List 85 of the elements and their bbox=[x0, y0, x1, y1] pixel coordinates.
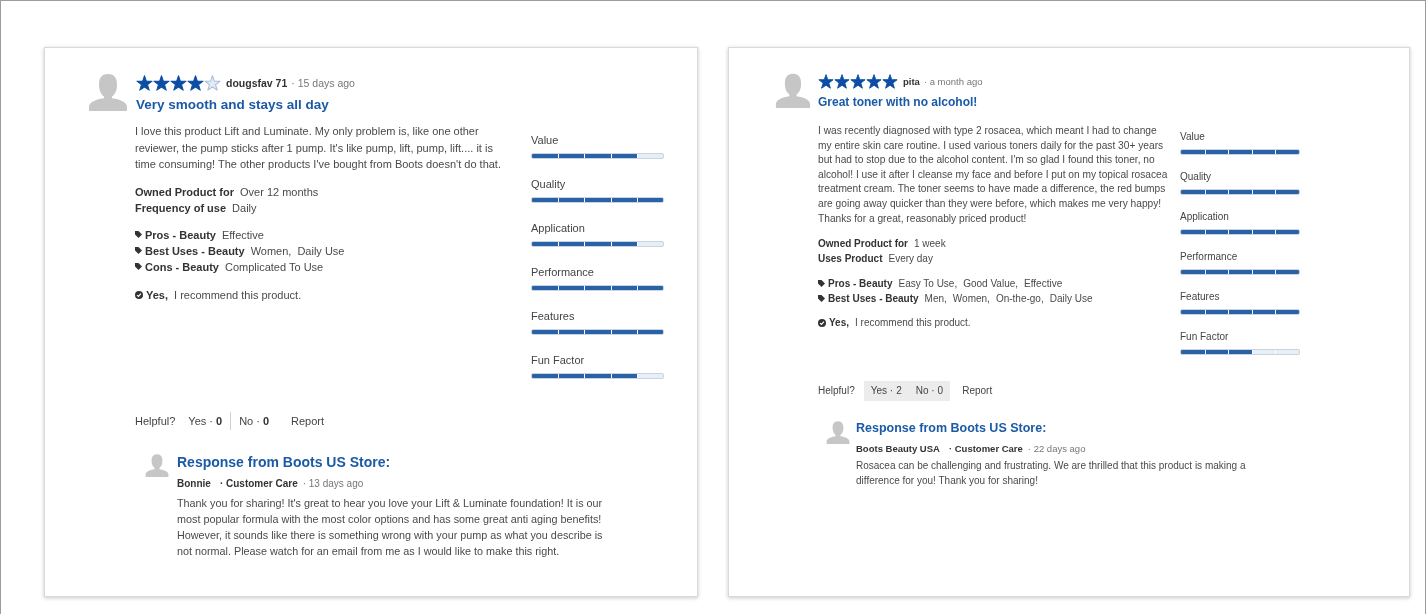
recommend-text: I recommend this product. bbox=[174, 287, 302, 303]
check-circle-icon bbox=[135, 290, 143, 299]
tag-value: Men, bbox=[924, 292, 947, 307]
yes-vote-button[interactable]: Yes · 0 bbox=[188, 410, 223, 432]
rating-label: Application bbox=[1180, 210, 1230, 224]
rating-label: Performance bbox=[1180, 250, 1239, 264]
detail-label: Owned Product for bbox=[818, 237, 908, 252]
no-vote-button[interactable]: No · 0 bbox=[239, 410, 270, 432]
star-icon bbox=[850, 74, 866, 89]
recommend-text: I recommend this product. bbox=[855, 316, 971, 331]
report-link[interactable]: Report bbox=[962, 384, 993, 398]
rating-label: Fun Factor bbox=[531, 353, 586, 368]
detail-label: Frequency of use bbox=[135, 200, 227, 216]
review-title: Very smooth and stays all day bbox=[136, 96, 330, 114]
rating-label: Fun Factor bbox=[1180, 330, 1230, 344]
tag-label: Best Uses - Beauty bbox=[828, 292, 919, 307]
tag-value: Good Value, bbox=[963, 277, 1019, 292]
report-link[interactable]: Report bbox=[291, 413, 325, 429]
review-time: · a month ago bbox=[923, 74, 983, 89]
tag-value: Daily Use bbox=[297, 243, 345, 259]
tag-value: Women, bbox=[952, 292, 990, 307]
response-title: Response from Boots US Store: bbox=[177, 453, 392, 471]
rating-label: Application bbox=[531, 221, 586, 236]
yes-vote-button[interactable]: Yes · 2 bbox=[863, 381, 909, 401]
star-icon bbox=[170, 75, 187, 91]
response-author: Boots Beauty USA bbox=[856, 442, 940, 455]
detail-value: Daily bbox=[232, 200, 257, 216]
tag-label: Cons - Beauty bbox=[145, 259, 219, 275]
rating-label: Quality bbox=[531, 177, 567, 192]
rating-label: Value bbox=[531, 133, 560, 148]
response-time: · 13 days ago bbox=[302, 477, 364, 491]
reviewer-name: dougsfav 71 bbox=[226, 76, 288, 91]
avatar-icon bbox=[88, 72, 128, 111]
response-text: Thank you for sharing! It's great to hear you love your Lift & Luminate foundation! It is our most popular formula with the most color options and has some great anti aging benefits! However, it sounds like there is something wrong with your pump as what you describe is not normal. Please watch for an email from me as I would like to make this right. bbox=[177, 496, 604, 559]
tag-value: Effective bbox=[221, 227, 264, 243]
response-time: · 22 days ago bbox=[1027, 442, 1086, 455]
tag-icon bbox=[135, 247, 142, 254]
response-role: · Customer Care bbox=[948, 442, 1023, 455]
rating-label: Performance bbox=[531, 265, 595, 280]
tag-label: Pros - Beauty bbox=[145, 227, 216, 243]
review-time: · 15 days ago bbox=[291, 76, 355, 91]
reviewer-name: pita bbox=[903, 74, 920, 89]
helpful-label: Helpful? bbox=[818, 384, 855, 398]
review-text: I was recently diagnosed with type 2 rosacea, which meant I had to change my entire skin care routine. I used various toners daily for the past 30+ years but had to stop due to the alcohol content. I'm so glad I found this toner, no alcohol! I use it after I cleanse my face and before I put on my topical rosacea treatment cream. The toner seems to have made a difference, the red bumps are going away quicker than they were before, which makes me very happy! Thanks for a great, reasonably priced product! bbox=[818, 124, 1169, 226]
star-icon bbox=[204, 75, 221, 91]
star-icon bbox=[866, 74, 882, 89]
detail-value: Over 12 months bbox=[240, 184, 319, 200]
tag-label: Pros - Beauty bbox=[828, 277, 893, 292]
avatar-icon bbox=[775, 72, 811, 108]
star-icon bbox=[818, 74, 834, 89]
response-role: · Customer Care bbox=[219, 477, 298, 491]
helpful-label: Helpful? bbox=[135, 414, 176, 429]
avatar-icon bbox=[145, 453, 169, 477]
star-icon bbox=[834, 74, 850, 89]
detail-label: Owned Product for bbox=[135, 184, 234, 200]
tag-value: Women, bbox=[250, 243, 292, 259]
star-icon bbox=[153, 75, 170, 91]
tag-value: On-the-go, bbox=[995, 292, 1044, 307]
review-title: Great toner with no alcohol! bbox=[818, 94, 979, 110]
tag-value: Daily Use bbox=[1049, 292, 1093, 307]
response-author: Bonnie bbox=[177, 477, 211, 491]
star-icon bbox=[882, 74, 898, 89]
response-title: Response from Boots US Store: bbox=[856, 420, 1048, 436]
detail-label: Uses Product bbox=[818, 252, 883, 267]
rating-label: Features bbox=[531, 309, 576, 324]
tag-value: Effective bbox=[1024, 277, 1063, 292]
star-icon bbox=[136, 75, 153, 91]
rating-label: Value bbox=[1180, 130, 1206, 144]
recommend-answer: Yes, bbox=[829, 316, 850, 331]
detail-value: 1 week bbox=[914, 237, 946, 252]
tag-label: Best Uses - Beauty bbox=[145, 243, 245, 259]
tag-icon bbox=[135, 263, 142, 270]
rating-label: Quality bbox=[1180, 170, 1213, 184]
response-text: Rosacea can be challenging and frustrating. We are thrilled that this product is making a difference for you! Thank you for sharing! bbox=[856, 459, 1246, 488]
no-vote-button[interactable]: No · 0 bbox=[908, 381, 951, 401]
tag-icon bbox=[135, 231, 142, 238]
avatar-icon bbox=[826, 420, 850, 444]
review-text: I love this product Lift and Luminate. My only problem is, like one other reviewer, the pump sticks after 1 pump. It's like pump, lift, pump, lift.... it is time consuming! The other products I've bought from Boots doesn't do that. bbox=[135, 124, 502, 172]
tag-value: Easy To Use, bbox=[898, 277, 958, 292]
tag-value: Complicated To Use bbox=[224, 259, 324, 275]
star-icon bbox=[187, 75, 204, 91]
rating-label: Features bbox=[1180, 290, 1221, 304]
recommend-answer: Yes, bbox=[146, 287, 169, 303]
check-circle-icon bbox=[818, 318, 826, 327]
detail-value: Every day bbox=[888, 252, 933, 267]
